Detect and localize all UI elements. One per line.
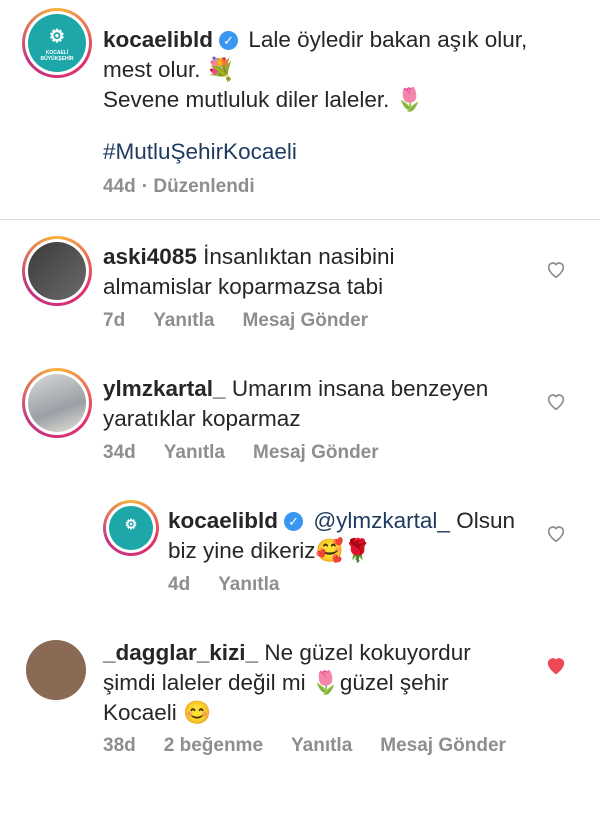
edited-label: · Düzenlendi	[141, 176, 255, 197]
heart-icon[interactable]	[545, 522, 567, 544]
comment-text: almamislar koparmazsa tabi	[103, 274, 384, 299]
send-message-button[interactable]: Mesaj Gönder	[380, 735, 506, 757]
username[interactable]: aski4085	[103, 244, 197, 269]
username[interactable]: kocaelibld	[168, 508, 278, 533]
comment-time: 38d	[103, 735, 136, 756]
verified-badge-icon: ✓	[284, 512, 304, 531]
avatar[interactable]: ⚙	[103, 500, 159, 556]
comment-time: 7d	[103, 310, 126, 331]
comment-text: biz yine dikeriz🥰🌹	[168, 538, 372, 563]
divider	[0, 219, 600, 220]
caption-text: mest olur. 💐	[103, 57, 235, 82]
comment-text: Olsun	[456, 508, 515, 533]
comment-text: şimdi laleler değil mi 🌷güzel şehir	[103, 670, 449, 695]
avatar[interactable]	[22, 368, 92, 438]
reply-button[interactable]: Yanıtla	[291, 735, 352, 757]
avatar[interactable]: ⚙ KOCAELİ BÜYÜKŞEHİR	[22, 8, 92, 78]
logo-text: BÜYÜKŞEHİR	[40, 56, 74, 62]
comment-text: Kocaeli 😊	[103, 700, 212, 725]
verified-badge-icon: ✓	[219, 31, 239, 50]
reply-button[interactable]: Yanıtla	[218, 574, 279, 596]
heart-icon[interactable]	[545, 390, 567, 412]
caption-text: Lale öyledir bakan aşık olur,	[248, 27, 528, 52]
username[interactable]: kocaelibld	[103, 27, 213, 52]
comment-time: 34d	[103, 442, 136, 463]
comment-text: Umarım insana benzeyen	[231, 376, 489, 401]
avatar[interactable]	[26, 640, 86, 700]
post-time: 44d	[103, 176, 136, 197]
caption-text: Sevene mutluluk diler laleler. 🌷	[103, 87, 424, 112]
hashtag-link[interactable]: #MutluŞehirKocaeli	[103, 137, 297, 167]
avatar[interactable]	[22, 236, 92, 306]
likes-count[interactable]: 2 beğenme	[164, 735, 263, 757]
username[interactable]: ylmzkartal_	[103, 376, 226, 401]
heart-icon[interactable]	[545, 258, 567, 280]
comment-text: yaratıklar koparmaz	[103, 406, 301, 431]
send-message-button[interactable]: Mesaj Gönder	[253, 442, 379, 464]
heart-filled-icon[interactable]	[545, 654, 567, 676]
comment-time: 4d	[168, 574, 191, 595]
comment-text: İnsanlıktan nasibini	[203, 244, 395, 269]
comment-text: Ne güzel kokuyordur	[264, 640, 471, 665]
username[interactable]: _dagglar_kizi_	[103, 640, 258, 665]
send-message-button[interactable]: Mesaj Gönder	[242, 310, 368, 332]
reply-button[interactable]: Yanıtla	[164, 442, 225, 464]
reply-button[interactable]: Yanıtla	[153, 310, 214, 332]
mention-link[interactable]: @ylmzkartal_	[313, 508, 450, 533]
